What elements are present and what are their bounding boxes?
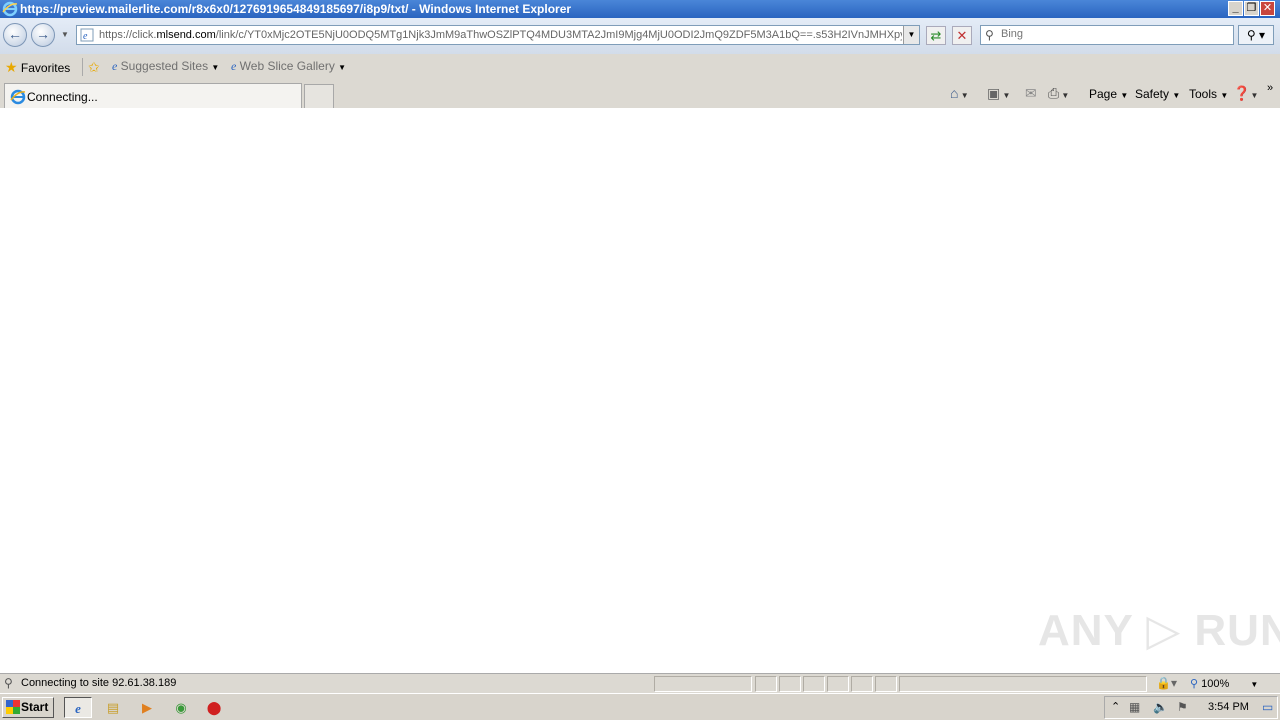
close-window-button[interactable]: ✕ xyxy=(1260,1,1275,16)
status-bar: ⚲ Connecting to site 92.61.38.189 🔒▾ ⚲ 1… xyxy=(0,673,1280,693)
favorites-bar: ★ Favorites ✩ e Suggested Sites ▼ e Web … xyxy=(0,54,1280,80)
page-icon: e xyxy=(80,28,94,42)
clock[interactable]: 3:54 PM xyxy=(1208,701,1249,713)
tab-bar: Connecting... ⌂ ▼ ▣ ▼ ✉ ⎙ ▼ Page ▼ Safet… xyxy=(0,80,1280,108)
mail-icon[interactable]: ✉ xyxy=(1025,85,1037,102)
back-arrow-icon[interactable]: ← xyxy=(3,23,27,47)
search-button[interactable]: ⚲ ▾ xyxy=(1238,25,1274,45)
status-pane xyxy=(827,676,849,692)
address-dropdown-button[interactable]: ▼ xyxy=(903,26,919,44)
ie-page-icon: e xyxy=(231,59,237,73)
search-box[interactable]: ⚲ xyxy=(980,25,1234,45)
tab-connecting[interactable]: Connecting... xyxy=(4,83,302,108)
title-bar: https://preview.mailerlite.com/r8x6x0/12… xyxy=(0,0,1280,18)
file-explorer-icon[interactable]: ▤ xyxy=(99,697,127,718)
minimize-button[interactable]: _ xyxy=(1228,1,1243,16)
search-icon: ⚲ xyxy=(985,28,994,42)
progress-pane xyxy=(654,676,752,692)
protected-mode-icon[interactable]: 🔒▾ xyxy=(1156,676,1177,690)
url-text[interactable]: https://click.mlsend.com/link/c/YT0xMjc2… xyxy=(99,29,902,41)
web-slice-gallery-link[interactable]: e Web Slice Gallery ▼ xyxy=(231,59,346,75)
media-player-icon[interactable]: ▶ xyxy=(133,697,161,718)
stop-sign-app-icon[interactable]: ⬤ xyxy=(200,697,228,718)
zoom-level[interactable]: ⚲ 100% ▼ xyxy=(1190,677,1258,690)
help-icon[interactable]: ❓▼ xyxy=(1233,85,1258,102)
action-center-flag-icon[interactable]: ⚑ xyxy=(1177,700,1188,714)
volume-icon[interactable]: 🔈 xyxy=(1153,700,1168,714)
internet-explorer-taskbar-icon[interactable]: e xyxy=(64,697,92,718)
forward-arrow-icon[interactable]: → xyxy=(31,23,55,47)
svg-text:e: e xyxy=(83,31,88,42)
status-pane xyxy=(851,676,873,692)
window-title: https://preview.mailerlite.com/r8x6x0/12… xyxy=(20,2,572,16)
network-icon[interactable]: ▦ xyxy=(1129,700,1140,714)
add-favorite-icon: ✩ xyxy=(88,59,100,75)
page-content[interactable] xyxy=(0,108,1280,673)
safety-menu[interactable]: Safety ▼ xyxy=(1135,87,1180,101)
stop-icon[interactable]: ✕ xyxy=(952,26,972,45)
status-pane xyxy=(803,676,825,692)
suggested-sites-link[interactable]: e Suggested Sites ▼ xyxy=(112,59,219,75)
restore-button[interactable]: ❐ xyxy=(1244,1,1259,16)
windows-logo-icon xyxy=(6,700,20,714)
search-input[interactable] xyxy=(1001,28,1221,40)
add-to-favorites-bar-button[interactable]: ✩ xyxy=(88,59,100,75)
ie-page-icon: e xyxy=(112,59,118,73)
divider xyxy=(82,58,83,76)
show-hidden-icons-chevron-icon[interactable]: ⌃ xyxy=(1111,700,1120,713)
status-pane xyxy=(875,676,897,692)
refresh-icon[interactable]: ⇄ xyxy=(926,26,946,45)
tab-label: Connecting... xyxy=(27,90,98,104)
rss-icon[interactable]: ▣ ▼ xyxy=(987,85,1010,102)
chevron-more-icon[interactable]: » xyxy=(1267,82,1273,94)
show-desktop-icon[interactable]: ▭ xyxy=(1262,700,1273,714)
ie-logo-icon xyxy=(2,1,18,17)
status-pane xyxy=(755,676,777,692)
print-icon[interactable]: ⎙ ▼ xyxy=(1048,85,1069,102)
zone-pane xyxy=(899,676,1147,692)
ie-logo-icon xyxy=(10,89,26,105)
home-icon[interactable]: ⌂ ▼ xyxy=(950,85,969,101)
tools-menu[interactable]: Tools ▼ xyxy=(1189,87,1228,101)
address-bar[interactable]: e https://click.mlsend.com/link/c/YT0xMj… xyxy=(76,25,920,45)
status-pane xyxy=(779,676,801,692)
star-icon: ★ xyxy=(5,59,18,75)
system-tray: ⌃ ▦ 🔈 ⚑ xyxy=(1104,696,1278,719)
chrome-icon[interactable]: ◉ xyxy=(167,697,195,718)
taskbar: Start e ▤ ▶ ◉ ⬤ ⌃ ▦ 🔈 ⚑ 3:54 PM ▭ xyxy=(0,693,1280,720)
anyrun-watermark: ANY ▷ RUN xyxy=(1038,606,1280,655)
start-button[interactable]: Start xyxy=(2,697,54,718)
status-pane xyxy=(0,676,652,692)
page-menu[interactable]: Page ▼ xyxy=(1089,87,1128,101)
navigation-bar: ← → ▼ e https://click.mlsend.com/link/c/… xyxy=(0,18,1280,54)
recent-pages-dropdown[interactable]: ▼ xyxy=(61,30,69,39)
favorites-button[interactable]: ★ Favorites xyxy=(5,59,70,75)
new-tab-button[interactable] xyxy=(304,84,334,108)
